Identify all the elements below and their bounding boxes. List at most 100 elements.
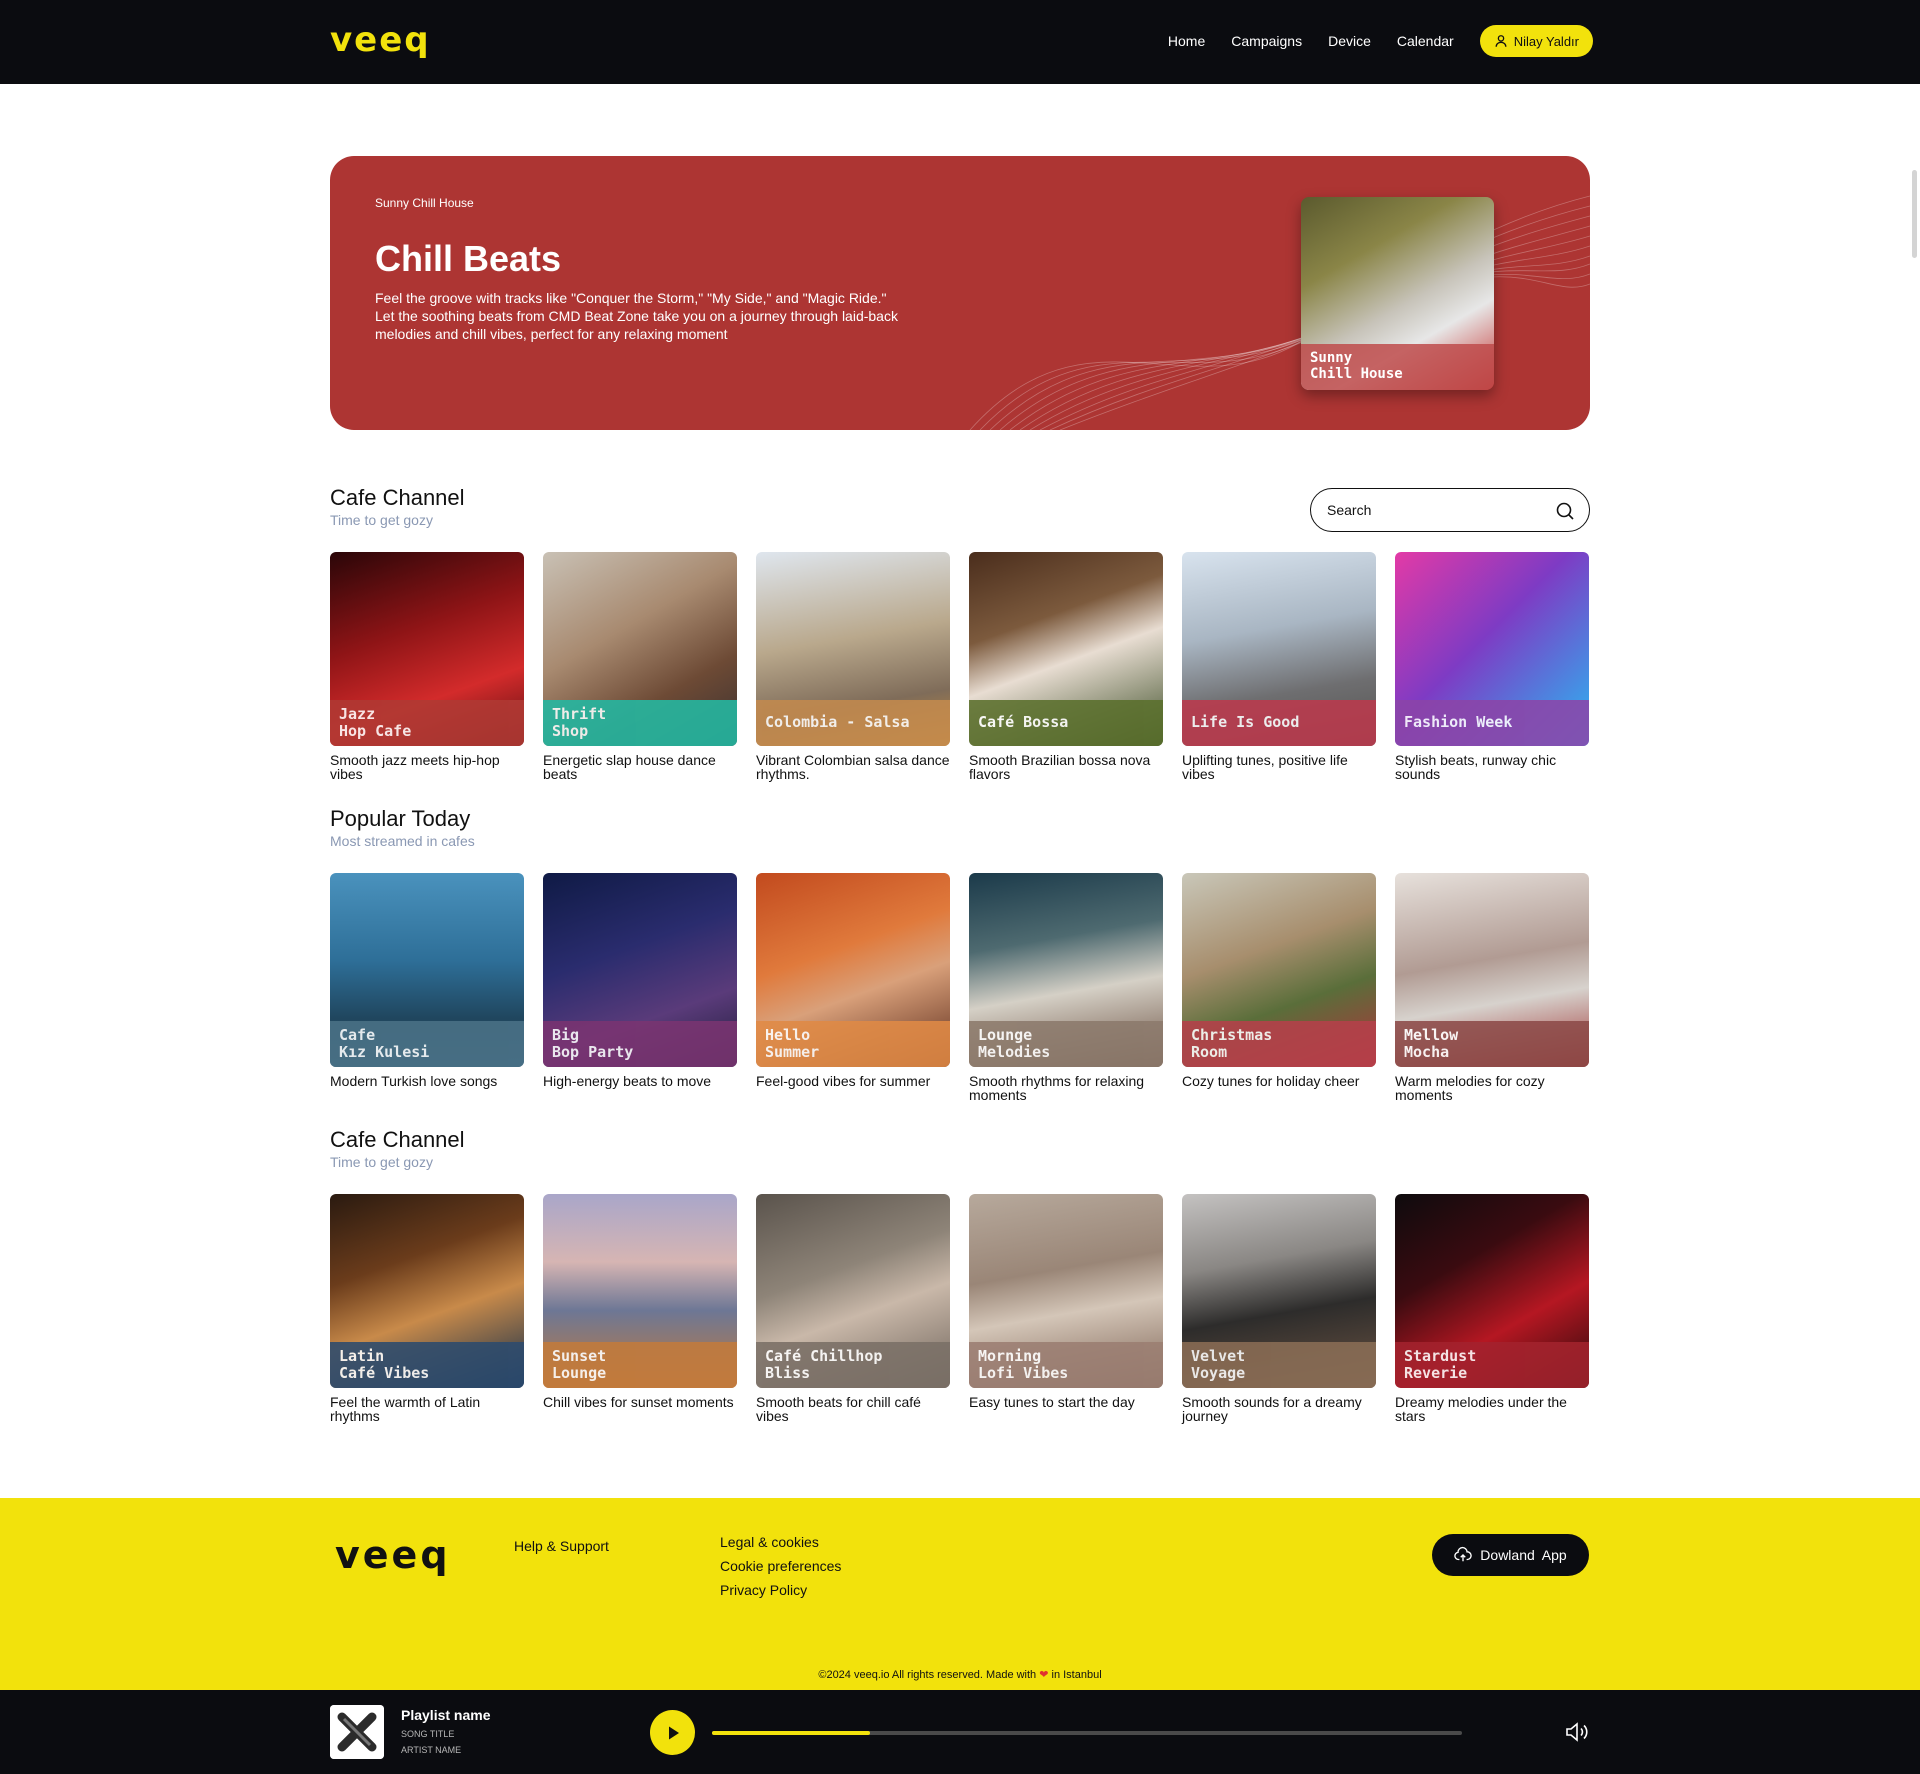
playlist-tile[interactable]: Latin Café Vibes [330,1194,524,1388]
progress-bar[interactable] [712,1731,1462,1735]
playlist-title: Cafe Kız Kulesi [339,1026,430,1061]
playlist-title: Velvet Voyage [1191,1347,1246,1382]
search-icon[interactable] [1555,501,1575,521]
playlist-tile[interactable]: Life Is Good [1182,552,1376,746]
nav-campaigns[interactable]: Campaigns [1231,33,1302,49]
playlist-card[interactable]: Thrift Shop Energetic slap house dance be… [543,552,737,781]
playlist-caption: Smooth sounds for a dreamy journey [1182,1394,1362,1424]
playlist-card[interactable]: Christmas Room Cozy tunes for holiday che… [1182,873,1376,1088]
playlist-tile[interactable]: Café Chillhop Bliss [756,1194,950,1388]
hero-card-label: Sunny Chill House [1310,350,1403,382]
playlist-tile[interactable]: Mellow Mocha [1395,873,1589,1067]
cloud-upload-icon [1454,1546,1473,1562]
copyright-prefix: ©2024 veeq.io All rights reserved. Made … [818,1669,1040,1681]
cookie-preferences-link[interactable]: Cookie preferences [720,1558,841,1574]
logo[interactable]: veeq [330,20,431,60]
search-box [1310,488,1590,532]
music-player-bar: Playlist name SONG TITLE ARTIST NAME [0,1690,1920,1774]
user-icon [1495,35,1507,47]
privacy-policy-link[interactable]: Privacy Policy [720,1582,841,1598]
playlist-title: Mellow Mocha [1404,1026,1459,1061]
playlist-tile[interactable]: Velvet Voyage [1182,1194,1376,1388]
nav-device[interactable]: Device [1328,33,1371,49]
play-button[interactable] [650,1710,695,1755]
playlist-card[interactable]: Morning Lofi Vibes Easy tunes to start th… [969,1194,1163,1409]
playlist-card[interactable]: Big Bop Party High-energy beats to move [543,873,737,1088]
playlist-tile[interactable]: Hello Summer [756,873,950,1067]
search-input[interactable] [1327,499,1547,521]
copyright-suffix: in Istanbul [1048,1669,1102,1681]
playlist-caption: Smooth beats for chill café vibes [756,1394,921,1424]
playlist-tile[interactable]: Morning Lofi Vibes [969,1194,1163,1388]
playlist-tile[interactable]: Cafe Kız Kulesi [330,873,524,1067]
playlist-caption: Feel-good vibes for summer [756,1073,931,1089]
playlist-tile[interactable]: Big Bop Party [543,873,737,1067]
playlist-title: Café Chillhop Bliss [765,1347,883,1382]
play-icon [668,1726,679,1739]
playlist-card[interactable]: Jazz Hop Cafe Smooth jazz meets hip-hop v… [330,552,524,781]
playlist-caption: Smooth Brazilian bossa nova flavors [969,752,1151,782]
playlist-card[interactable]: Stardust Reverie Dreamy melodies under th… [1395,1194,1589,1423]
now-playing-info: Playlist name SONG TITLE ARTIST NAME [401,1707,491,1755]
section-subtitle: Most streamed in cafes [330,833,475,849]
playlist-card[interactable]: Velvet Voyage Smooth sounds for a dreamy … [1182,1194,1376,1423]
playlist-label-band: Colombia - Salsa [756,700,950,746]
playlist-card[interactable]: Life Is Good Uplifting tunes, positive li… [1182,552,1376,781]
help-support-link[interactable]: Help & Support [514,1538,609,1554]
playlist-caption: High-energy beats to move [543,1073,712,1089]
playlist-card[interactable]: Café Chillhop Bliss Smooth beats for chil… [756,1194,950,1423]
playlist-card[interactable]: Latin Café Vibes Feel the warmth of Latin… [330,1194,524,1423]
playlist-title: Morning Lofi Vibes [978,1347,1069,1382]
playlist-label-band: Stardust Reverie [1395,1342,1589,1388]
artist-name: ARTIST NAME [401,1745,462,1755]
progress-fill [712,1731,870,1735]
playlist-title: Colombia - Salsa [765,713,910,731]
playlist-tile[interactable]: Sunset Lounge [543,1194,737,1388]
playlist-card[interactable]: Cafe Kız Kulesi Modern Turkish love songs [330,873,524,1088]
playlist-label-band: Hello Summer [756,1021,950,1067]
playlist-title: Life Is Good [1191,713,1300,731]
playlist-label-band: Lounge Melodies [969,1021,1163,1067]
playlist-tile[interactable]: Lounge Melodies [969,873,1163,1067]
playlist-tile[interactable]: Fashion Week [1395,552,1589,746]
playlist-card[interactable]: Colombia - Salsa Vibrant Colombian salsa … [756,552,950,781]
playlist-card[interactable]: Café Bossa Smooth Brazilian bossa nova fl… [969,552,1163,781]
playlist-thumbnail[interactable] [330,1705,384,1759]
playlist-caption: Modern Turkish love songs [330,1073,498,1089]
playlist-tile[interactable]: Thrift Shop [543,552,737,746]
playlist-label-band: Sunset Lounge [543,1342,737,1388]
playlist-caption: Cozy tunes for holiday cheer [1182,1073,1360,1089]
nav-home[interactable]: Home [1168,33,1205,49]
playlist-label-band: Life Is Good [1182,700,1376,746]
playlist-card[interactable]: Hello Summer Feel-good vibes for summer [756,873,950,1088]
page-scrollbar[interactable] [1912,170,1917,258]
playlist-label-band: Café Bossa [969,700,1163,746]
playlist-tile[interactable]: Christmas Room [1182,873,1376,1067]
legal-cookies-link[interactable]: Legal & cookies [720,1534,841,1550]
volume-icon[interactable] [1564,1720,1590,1744]
playlist-tile[interactable]: Colombia - Salsa [756,552,950,746]
playlist-caption: Chill vibes for sunset moments [543,1394,734,1410]
playlist-title: Big Bop Party [552,1026,634,1061]
playlist-title: Sunset Lounge [552,1347,607,1382]
playlist-card[interactable]: Lounge Melodies Smooth rhythms for relaxi… [969,873,1163,1102]
footer-logo[interactable]: veeq [335,1533,451,1577]
playlist-caption: Energetic slap house dance beats [543,752,716,782]
nav-calendar[interactable]: Calendar [1397,33,1454,49]
playlist-label-band: Latin Café Vibes [330,1342,524,1388]
playlist-tile[interactable]: Stardust Reverie [1395,1194,1589,1388]
hero-playlist-card[interactable]: Sunny Chill House [1301,197,1494,390]
playlist-card[interactable]: Sunset Lounge Chill vibes for sunset mome… [543,1194,737,1409]
playlist-tile[interactable]: Jazz Hop Cafe [330,552,524,746]
playlist-title: Latin Café Vibes [339,1347,430,1382]
download-app-label: Dowland App [1480,1547,1567,1563]
playlist-card[interactable]: Fashion Week Stylish beats, runway chic s… [1395,552,1589,781]
download-app-button[interactable]: Dowland App [1432,1534,1589,1576]
playlist-tile[interactable]: Café Bossa [969,552,1163,746]
playlist-caption: Smooth jazz meets hip-hop vibes [330,752,500,782]
card-row: Cafe Kız Kulesi Modern Turkish love songs… [330,873,1592,1113]
copyright-text: ©2024 veeq.io All rights reserved. Made … [0,1668,1920,1681]
user-name: Nilay Yaldır [1513,33,1579,49]
playlist-card[interactable]: Mellow Mocha Warm melodies for cozy momen… [1395,873,1589,1102]
user-menu-button[interactable]: Nilay Yaldır [1479,25,1593,57]
